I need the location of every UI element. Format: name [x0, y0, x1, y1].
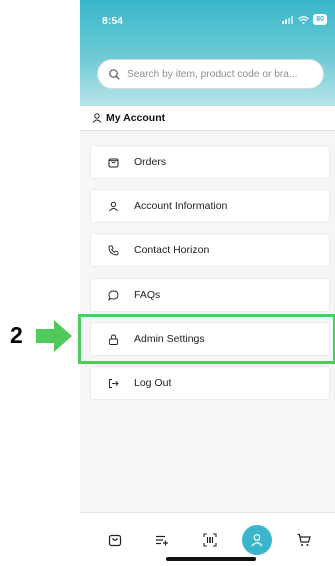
shopping-bag-icon — [108, 534, 122, 547]
shopping-bag-icon — [108, 158, 119, 167]
user-icon — [92, 113, 102, 123]
phone-screen: 8:54 80 Search by item, product code or … — [80, 0, 335, 566]
menu-item-orders[interactable]: Orders — [90, 145, 330, 179]
step-number-label: 2 — [10, 322, 23, 348]
menu-label-orders: Orders — [134, 156, 167, 168]
menu-item-log-out[interactable]: Log Out — [90, 366, 330, 400]
search-input[interactable]: Search by item, product code or bra... — [127, 69, 297, 80]
menu-item-contact-horizon[interactable]: Contact Horizon — [90, 233, 330, 267]
my-account-header: My Account — [80, 106, 335, 131]
menu-label-faqs: FAQs — [134, 289, 161, 301]
tab-orders[interactable] — [104, 529, 126, 551]
my-account-title: My Account — [106, 112, 166, 124]
tab-account[interactable] — [242, 525, 272, 555]
phone-icon — [108, 245, 119, 255]
admin-settings-highlight — [78, 314, 335, 364]
logout-icon — [109, 378, 119, 388]
list-add-icon — [156, 535, 168, 546]
barcode-scan-icon — [203, 533, 217, 547]
signal-icon — [282, 15, 294, 24]
menu-item-faqs[interactable]: FAQs — [90, 278, 330, 312]
app-header: 8:54 80 Search by item, product code or … — [80, 0, 335, 106]
tab-cart[interactable] — [293, 529, 315, 551]
cart-icon — [297, 533, 311, 546]
status-time: 8:54 — [102, 15, 124, 27]
status-icons: 80 — [282, 14, 327, 25]
search-icon — [109, 68, 120, 80]
wifi-icon — [298, 15, 310, 24]
search-bar[interactable]: Search by item, product code or bra... — [97, 59, 324, 89]
battery-indicator: 80 — [313, 14, 327, 25]
tab-scan[interactable] — [199, 529, 221, 551]
user-icon — [109, 201, 118, 211]
menu-item-account-information[interactable]: Account Information — [90, 189, 330, 223]
menu-label-log-out: Log Out — [134, 377, 172, 389]
tab-lists[interactable] — [151, 529, 173, 551]
menu-label-account-information: Account Information — [134, 200, 228, 212]
chat-bubble-icon — [108, 290, 119, 301]
annotation-arrow-icon — [36, 320, 72, 352]
menu-label-contact-horizon: Contact Horizon — [134, 244, 210, 256]
home-indicator — [166, 557, 256, 561]
user-icon — [251, 534, 263, 547]
